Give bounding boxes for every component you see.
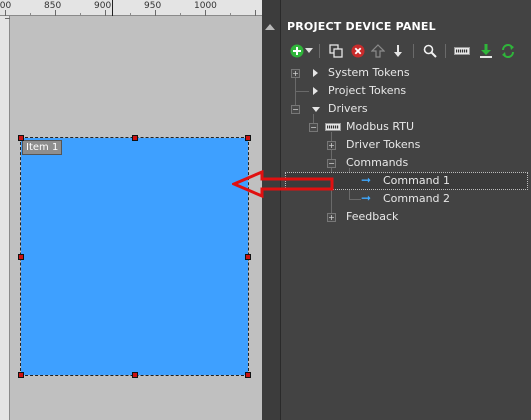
- dropdown-icon[interactable]: [304, 42, 314, 60]
- tree-item-label: Drivers: [328, 102, 368, 115]
- tree-item-label: Driver Tokens: [346, 138, 421, 151]
- tree-item-label: System Tokens: [328, 66, 410, 79]
- delete-icon[interactable]: [349, 42, 367, 60]
- tree-item-label: Command 2: [383, 192, 451, 205]
- collapse-icon[interactable]: −: [309, 123, 318, 132]
- tree-item-feedback[interactable]: + Feedback: [281, 208, 531, 226]
- resize-handle-bottom-right[interactable]: [245, 372, 251, 378]
- ruler-tick: [30, 13, 31, 16]
- ruler-tick: [5, 18, 10, 19]
- duplicate-icon[interactable]: [327, 42, 345, 60]
- resize-handle-right[interactable]: [245, 254, 251, 260]
- collapse-icon[interactable]: −: [291, 105, 300, 114]
- ruler-position-marker: [112, 0, 113, 16]
- resize-handle-top-right[interactable]: [245, 135, 251, 141]
- ruler-label: 1000: [194, 1, 217, 11]
- arrow-right-icon: ➞: [361, 191, 372, 205]
- tree-item-label: Command 1: [383, 174, 451, 187]
- ruler-tick: [180, 13, 181, 16]
- device-icon[interactable]: [453, 42, 471, 60]
- tree-item-modbus-rtu[interactable]: − Modbus RTU: [281, 118, 531, 136]
- item-label: Item 1: [22, 140, 63, 155]
- move-up-icon[interactable]: [369, 42, 387, 60]
- refresh-icon[interactable]: [499, 42, 517, 60]
- vertical-ruler: [0, 16, 10, 420]
- collapse-icon[interactable]: −: [327, 159, 336, 168]
- horizontal-ruler: 800 850 900 950 1000: [0, 0, 262, 16]
- canvas-scrollbar[interactable]: [262, 16, 278, 420]
- ruler-label: 850: [44, 1, 62, 11]
- search-icon[interactable]: [421, 42, 439, 60]
- tree-item-project-tokens[interactable]: Project Tokens: [281, 82, 531, 100]
- chevron-right-icon[interactable]: [313, 69, 318, 77]
- ruler-label: 950: [144, 1, 162, 11]
- scroll-up-icon[interactable]: [265, 24, 275, 30]
- expand-icon[interactable]: +: [327, 213, 336, 222]
- project-device-panel: PROJECT DEVICE PANEL + System Tokens Pro…: [280, 0, 531, 420]
- device-icon: [325, 122, 341, 135]
- arrow-right-icon: ➞: [361, 173, 372, 187]
- tree-item-commands[interactable]: − Commands: [281, 154, 531, 172]
- chevron-right-icon[interactable]: [313, 87, 318, 95]
- chevron-down-icon[interactable]: [312, 107, 320, 112]
- resize-handle-left[interactable]: [18, 254, 24, 260]
- resize-handle-top-left[interactable]: [18, 135, 24, 141]
- resize-handle-bottom[interactable]: [132, 372, 138, 378]
- ruler-tick: [255, 10, 256, 16]
- toolbar-separator: [445, 44, 446, 58]
- tree-item-label: Modbus RTU: [346, 120, 414, 133]
- item-1-shape[interactable]: [20, 137, 249, 376]
- panel-title: PROJECT DEVICE PANEL: [287, 20, 436, 33]
- tree-item-system-tokens[interactable]: + System Tokens: [281, 64, 531, 82]
- resize-handle-top[interactable]: [132, 135, 138, 141]
- tree-item-label: Commands: [346, 156, 409, 169]
- project-tree: + System Tokens Project Tokens − Drivers…: [281, 64, 531, 420]
- tree-item-driver-tokens[interactable]: + Driver Tokens: [281, 136, 531, 154]
- tree-item-label: Project Tokens: [328, 84, 407, 97]
- design-canvas[interactable]: 800 850 900 950 1000 Item 1: [0, 0, 262, 420]
- ruler-label: 800: [0, 1, 12, 11]
- ruler-tick: [80, 13, 81, 16]
- tree-item-command-2[interactable]: ➞ Command 2: [281, 190, 531, 208]
- expand-icon[interactable]: +: [291, 69, 300, 78]
- download-icon[interactable]: [477, 42, 495, 60]
- expand-icon[interactable]: +: [327, 141, 336, 150]
- tree-item-label: Feedback: [346, 210, 399, 223]
- toolbar-separator: [319, 44, 320, 58]
- resize-handle-bottom-left[interactable]: [18, 372, 24, 378]
- ruler-tick: [130, 13, 131, 16]
- panel-toolbar: [281, 40, 531, 62]
- toolbar-separator: [413, 44, 414, 58]
- ruler-label: 900: [94, 1, 112, 11]
- move-down-icon[interactable]: [389, 42, 407, 60]
- tree-item-command-1[interactable]: ➞ Command 1: [285, 172, 528, 190]
- ruler-tick: [230, 13, 231, 16]
- tree-item-drivers[interactable]: − Drivers: [281, 100, 531, 118]
